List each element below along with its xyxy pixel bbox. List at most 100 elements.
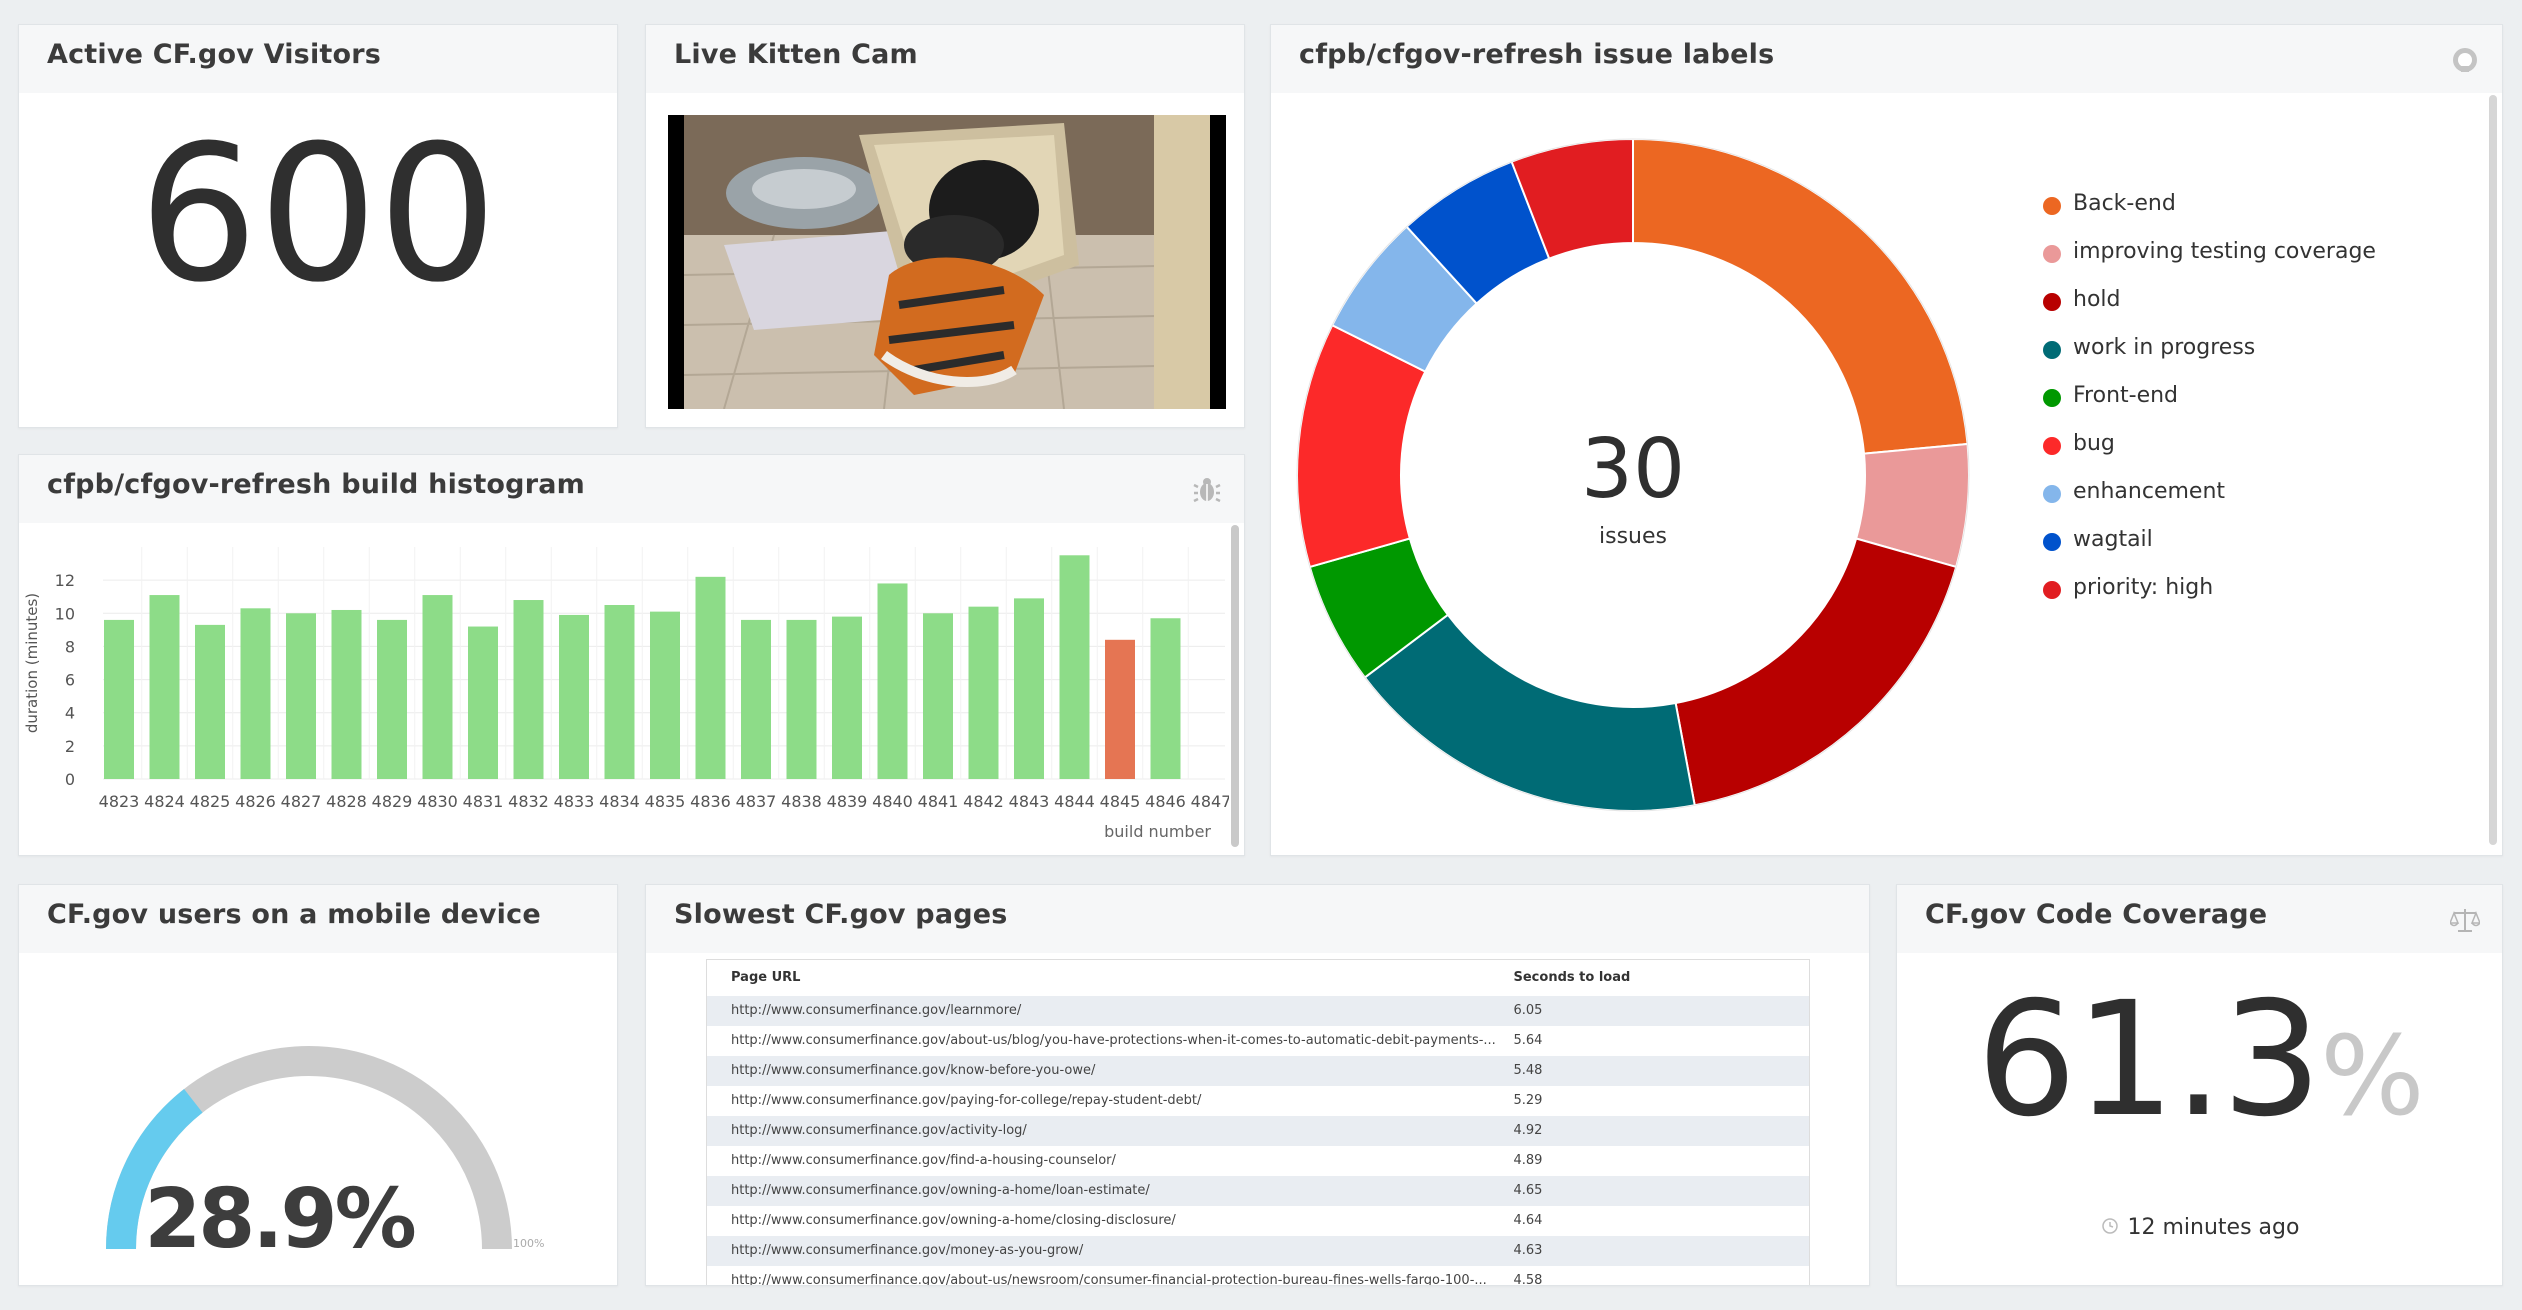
updated-time: 12 minutes ago (1897, 1215, 2502, 1240)
coverage-value: 61.3% (1897, 981, 2502, 1139)
x-tick-label: 4844 (1054, 792, 1095, 811)
load-seconds: 5.29 (1513, 1085, 1810, 1116)
load-seconds: 4.64 (1513, 1205, 1810, 1236)
widget-title: Live Kitten Cam (674, 39, 918, 70)
histogram-bar (468, 626, 498, 779)
legend-item[interactable]: Front-end1 (2043, 377, 2502, 425)
legend-label: Back-end (2073, 191, 2176, 216)
donut-slice (1363, 613, 1696, 812)
table-row[interactable]: http://www.consumerfinance.gov/about-us/… (706, 1025, 1810, 1056)
x-tick-label: 4831 (463, 792, 504, 811)
coverage-number: 61.3 (1976, 968, 2322, 1152)
legend-item[interactable]: wagtail1 (2043, 521, 2502, 569)
x-tick-label: 4833 (554, 792, 595, 811)
table-row[interactable]: http://www.consumerfinance.gov/learnmore… (706, 995, 1810, 1026)
page-url: http://www.consumerfinance.gov/money-as-… (706, 1235, 1514, 1266)
kitten-scene-image (684, 115, 1210, 409)
slowest-pages-table: Page URL Seconds to load http://www.cons… (706, 959, 1810, 1285)
widget-title: Slowest CF.gov pages (674, 899, 1008, 930)
clock-icon (2101, 1218, 2118, 1234)
bug-icon (1193, 478, 1221, 503)
legend-label: improving testing coverage (2073, 239, 2376, 264)
y-axis-label: duration (minutes) (23, 593, 41, 733)
legend-item[interactable]: priority: high1 (2043, 569, 2502, 617)
histogram-bar (832, 616, 862, 779)
histogram-scrollbar[interactable] (1231, 525, 1239, 847)
code-coverage-widget: CF.gov Code Coverage 61.3% 12 minutes ag… (1896, 884, 2503, 1286)
histogram-bar (240, 608, 271, 779)
histogram-bar (1105, 639, 1135, 779)
legend-swatch (2043, 341, 2061, 359)
x-tick-label: 4845 (1100, 792, 1141, 811)
x-tick-label: 4839 (827, 792, 868, 811)
legend-label: Front-end (2073, 383, 2179, 408)
x-tick-label: 4829 (372, 792, 413, 811)
donut-total: 30 (1581, 422, 1685, 517)
table-row[interactable]: http://www.consumerfinance.gov/activity-… (706, 1115, 1810, 1146)
issue-labels-donut-chart: 30 issues (1296, 137, 1970, 812)
legend-item[interactable]: work in progress3 (2043, 329, 2502, 377)
load-seconds: 5.48 (1513, 1055, 1810, 1086)
legend-swatch (2043, 485, 2061, 503)
widget-header: CF.gov users on a mobile device (19, 885, 617, 953)
widget-header: cfpb/cfgov-refresh issue labels (1271, 25, 2502, 93)
labels-scrollbar[interactable] (2489, 95, 2497, 845)
x-tick-label: 4830 (417, 792, 458, 811)
widget-header: Slowest CF.gov pages (646, 885, 1869, 953)
x-tick-label: 4847 (1191, 792, 1229, 811)
page-url: http://www.consumerfinance.gov/about-us/… (706, 1265, 1514, 1285)
page-url: http://www.consumerfinance.gov/paying-fo… (706, 1085, 1514, 1116)
x-tick-label: 4835 (645, 792, 686, 811)
table-row[interactable]: http://www.consumerfinance.gov/know-befo… (706, 1055, 1810, 1086)
y-tick-label: 6 (65, 671, 75, 690)
page-url: http://www.consumerfinance.gov/about-us/… (706, 1025, 1514, 1056)
histogram-bar (877, 583, 908, 779)
x-tick-label: 4840 (872, 792, 913, 811)
x-tick-label: 4837 (736, 792, 777, 811)
coverage-unit: % (2320, 1012, 2425, 1140)
column-header-seconds[interactable]: Seconds to load (1513, 959, 1810, 996)
legend-item[interactable]: hold3 (2043, 281, 2502, 329)
table-row[interactable]: http://www.consumerfinance.gov/owning-a-… (706, 1175, 1810, 1206)
x-tick-label: 4834 (599, 792, 640, 811)
histogram-bar (559, 614, 589, 779)
legend-swatch (2043, 197, 2061, 215)
table-row[interactable]: http://www.consumerfinance.gov/about-us/… (706, 1265, 1810, 1285)
y-tick-label: 12 (55, 571, 75, 590)
x-tick-label: 4843 (1009, 792, 1050, 811)
github-icon[interactable] (2450, 45, 2480, 75)
gauge-max-label: 100% (513, 1237, 544, 1250)
legend-label: priority: high (2073, 575, 2214, 600)
legend-swatch (2043, 245, 2061, 263)
histogram-bar (513, 600, 544, 779)
table-row[interactable]: http://www.consumerfinance.gov/money-as-… (706, 1235, 1810, 1266)
legend-item[interactable]: enhancement1 (2043, 473, 2502, 521)
x-tick-label: 4827 (281, 792, 322, 811)
page-url: http://www.consumerfinance.gov/know-befo… (706, 1055, 1514, 1086)
load-seconds: 4.92 (1513, 1115, 1810, 1146)
kitten-video[interactable] (668, 115, 1226, 409)
page-url: http://www.consumerfinance.gov/owning-a-… (706, 1205, 1514, 1236)
legend-swatch (2043, 389, 2061, 407)
widget-header: CF.gov Code Coverage (1897, 885, 2502, 953)
legend-item[interactable]: bug2 (2043, 425, 2502, 473)
x-tick-label: 4826 (235, 792, 276, 811)
table-row[interactable]: http://www.consumerfinance.gov/paying-fo… (706, 1085, 1810, 1116)
y-tick-label: 2 (65, 737, 75, 756)
x-tick-label: 4838 (781, 792, 822, 811)
donut-caption: issues (1599, 524, 1667, 549)
column-header-url[interactable]: Page URL (706, 959, 1514, 996)
load-seconds: 4.65 (1513, 1175, 1810, 1206)
widget-header: Active CF.gov Visitors (19, 25, 617, 93)
mobile-users-widget: CF.gov users on a mobile device 28.9% 100… (18, 884, 618, 1286)
build-histogram-widget: cfpb/cfgov-refresh build histogram 0 2 4 6 8… (18, 454, 1245, 856)
histogram-bar (286, 613, 316, 779)
legend-item[interactable]: Back-end4 (2043, 185, 2502, 233)
legend-swatch (2043, 581, 2061, 599)
widget-title: Active CF.gov Visitors (47, 39, 382, 70)
legend-item[interactable]: improving testing coverage1 (2043, 233, 2502, 281)
table-row[interactable]: http://www.consumerfinance.gov/owning-a-… (706, 1205, 1810, 1236)
video-frame (684, 115, 1210, 409)
x-tick-label: 4825 (190, 792, 231, 811)
table-row[interactable]: http://www.consumerfinance.gov/find-a-ho… (706, 1145, 1810, 1176)
